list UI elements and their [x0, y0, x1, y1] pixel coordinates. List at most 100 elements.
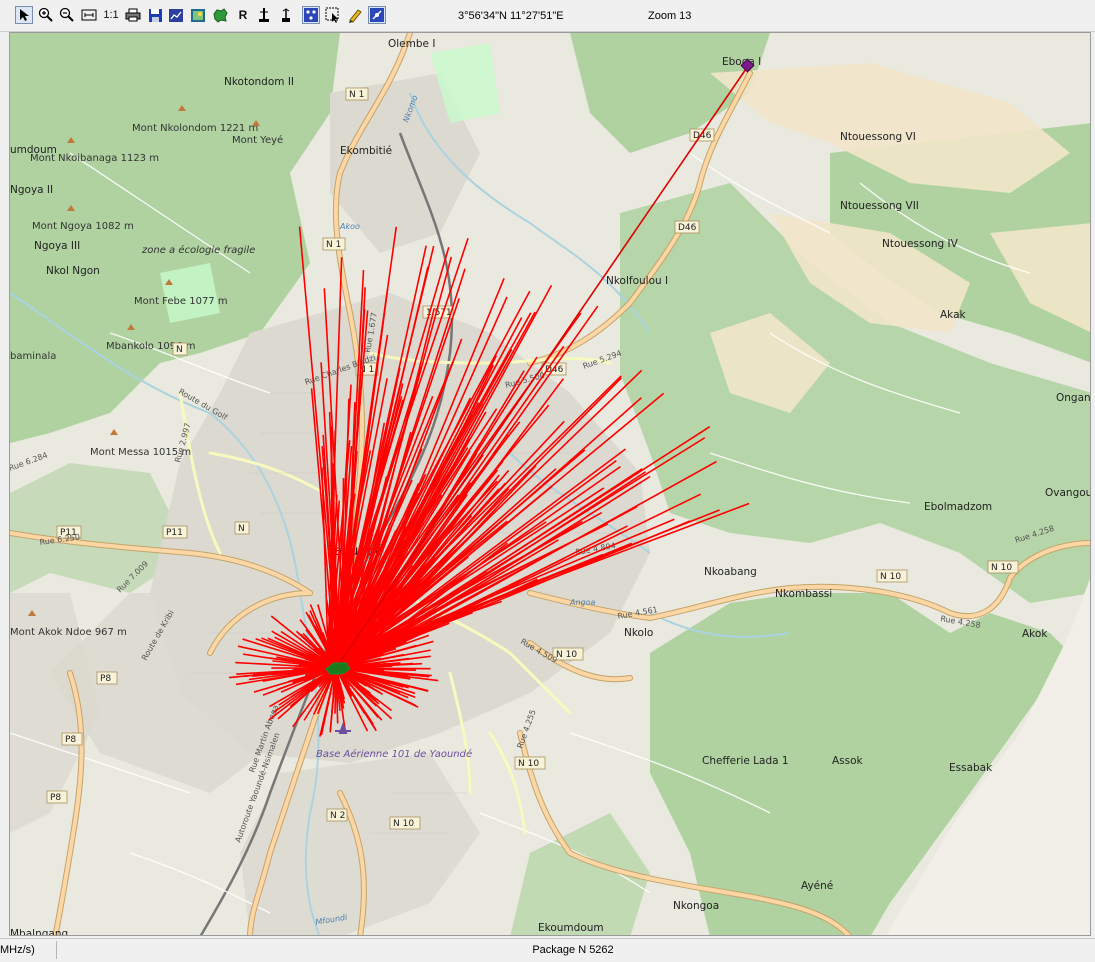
svg-text:N 10: N 10 [556, 650, 577, 660]
chart-window-icon [168, 8, 184, 23]
shield-n2: N 2 [327, 809, 347, 821]
label-ongan: Ongan [1056, 392, 1091, 404]
shield-n1-a: N 1 [346, 88, 368, 100]
label-mbalngang: Mbalngang [10, 928, 68, 936]
shield-d46-a: D46 [690, 129, 714, 141]
chart-button[interactable] [167, 6, 185, 24]
shield-n-a: N [173, 343, 187, 355]
label-ovangou: Ovangou [1045, 487, 1091, 499]
pencil-icon [347, 7, 363, 23]
shield-n-b: N [235, 522, 249, 534]
label-mont-yeye: Mont Yeyé [232, 134, 283, 146]
printer-icon [125, 8, 141, 22]
svg-text:N 10: N 10 [518, 759, 539, 769]
label-assok: Assok [832, 755, 864, 767]
zoom-in-icon [38, 7, 54, 23]
map-image-button[interactable] [189, 6, 207, 24]
zoom-in-button[interactable] [37, 6, 55, 24]
svg-text:P8: P8 [100, 674, 111, 684]
status-package: Package N 5262 [58, 941, 1088, 959]
label-akak: Akak [940, 309, 967, 321]
shield-n1-b: N 1 [323, 238, 345, 250]
zoom-fit-icon [81, 8, 97, 22]
label-ayene: Ayéné [801, 880, 833, 892]
print-button[interactable] [124, 6, 142, 24]
shield-n10-b: N 10 [988, 561, 1018, 573]
pointer-arrow-icon [18, 8, 30, 22]
svg-text:N 10: N 10 [991, 563, 1012, 573]
zoom-out-icon [59, 7, 75, 23]
label-ntouessong-iv: Ntouessong IV [882, 238, 959, 250]
label-olembe: Olembe I [388, 38, 435, 50]
label-nkongoa: Nkongoa [673, 900, 719, 912]
label-mont-febe: Mont Febe 1077 m [134, 296, 228, 307]
label-ebolmadzom: Ebolmadzom [924, 501, 992, 513]
network-view-button[interactable] [302, 6, 320, 24]
svg-text:N 10: N 10 [393, 819, 414, 829]
label-nkolfoulou: Nkolfoulou I [606, 275, 668, 287]
map-view[interactable]: Olembe I Eboga I Nkotondom II Mont Nkolo… [9, 32, 1091, 936]
label-mont-nkolondom: Mont Nkolondom 1221 m [132, 123, 258, 134]
label-nkoabang: Nkoabang [704, 566, 757, 578]
label-ntouessong-vi: Ntouessong VI [840, 131, 916, 143]
shield-p11-b: P11 [163, 526, 187, 538]
measure-tool-button[interactable] [368, 6, 386, 24]
shield-d46-b: D46 [675, 221, 699, 233]
layer-region-button[interactable] [211, 6, 229, 24]
one-to-one-icon: 1:1 [103, 9, 118, 21]
svg-text:Akoo: Akoo [339, 222, 360, 231]
floppy-disk-icon [148, 8, 163, 23]
status-rate: MHz/s) [0, 941, 57, 959]
map-image-icon [190, 8, 206, 23]
toolbar: 1:1 R 3°56'34"N 11°27'51"E Zoom 13 [0, 0, 1095, 32]
save-button[interactable] [146, 6, 164, 24]
shield-n10-e: N 10 [390, 817, 420, 829]
zoom-level: Zoom 13 [648, 10, 691, 22]
label-ekombitie: Ekombitié [340, 145, 392, 157]
label-nkotondom: Nkotondom II [224, 76, 294, 88]
label-nkombassi: Nkombassi [775, 588, 832, 600]
area-select-icon [325, 7, 341, 23]
label-ngoya-ii: Ngoya II [10, 184, 53, 196]
label-akok: Akok [1022, 628, 1048, 640]
label-base-aerienne: Base Aérienne 101 de Yaoundé [316, 748, 472, 760]
shield-n10-d: N 10 [515, 757, 545, 769]
zoom-actual-button[interactable]: 1:1 [101, 6, 121, 24]
svg-text:D46: D46 [678, 223, 697, 233]
map-canvas[interactable]: Olembe I Eboga I Nkotondom II Mont Nkolo… [10, 33, 1091, 936]
svg-text:P8: P8 [65, 735, 76, 745]
country-shape-icon [212, 8, 228, 23]
cursor-coordinates: 3°56'34"N 11°27'51"E [458, 10, 564, 22]
select-pointer-button[interactable] [15, 6, 33, 24]
label-ntouessong-vii: Ntouessong VII [840, 200, 919, 212]
area-select-button[interactable] [324, 6, 342, 24]
antenna-icon [257, 7, 271, 23]
shield-p8-b: P8 [62, 733, 82, 745]
zoom-fit-button[interactable] [80, 6, 98, 24]
label-zone-ecologie: zone a écologie fragile [141, 244, 255, 256]
svg-text:N 10: N 10 [880, 572, 901, 582]
label-chefferie-lada: Chefferie Lada 1 [702, 755, 789, 767]
antenna-button[interactable] [255, 6, 273, 24]
status-bar: MHz/s) Package N 5262 [0, 938, 1095, 962]
svg-text:N 1: N 1 [326, 240, 341, 250]
svg-text:N: N [176, 345, 183, 355]
shield-n10-a: N 10 [877, 570, 907, 582]
svg-text:N: N [238, 524, 245, 534]
marker-tool-button[interactable] [346, 6, 364, 24]
tower-button[interactable] [277, 6, 295, 24]
zoom-out-button[interactable] [58, 6, 76, 24]
r-mode-button[interactable]: R [234, 6, 252, 24]
letter-r-icon: R [239, 8, 248, 22]
label-ekoumdoum: Ekoumdoum [538, 922, 604, 934]
svg-text:P8: P8 [50, 793, 61, 803]
label-baminala: baminala [10, 351, 56, 362]
network-nodes-icon [303, 7, 319, 23]
label-umdoum: umdoum [10, 144, 57, 156]
svg-text:P11: P11 [166, 528, 183, 538]
label-essabak: Essabak [949, 762, 993, 774]
label-mont-akok-ndoe: Mont Akok Ndoe 967 m [10, 627, 127, 638]
svg-text:Angoa: Angoa [569, 598, 596, 607]
label-nkol-ngon: Nkol Ngon [46, 265, 100, 277]
label-nkolo: Nkolo [624, 627, 653, 639]
